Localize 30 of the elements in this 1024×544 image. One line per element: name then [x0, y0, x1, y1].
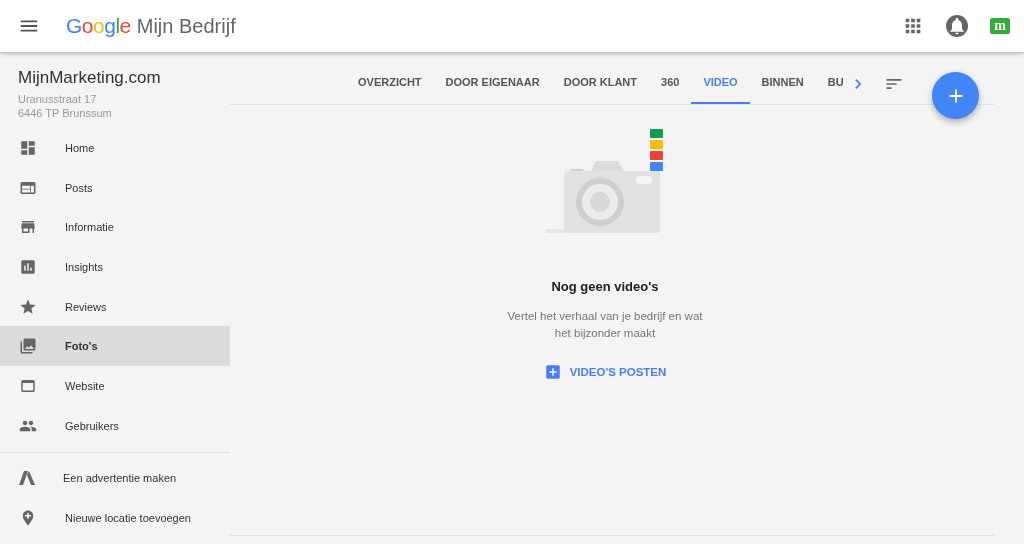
sidebar-item[interactable]: Insights [0, 247, 230, 287]
sidebar-item[interactable]: Reviews [0, 286, 230, 327]
photo-library-icon [19, 337, 37, 356]
empty-title: Nog geen video's [551, 279, 659, 294]
sidebar-item[interactable]: Posts [0, 167, 230, 208]
add-icon [543, 363, 562, 381]
sidebar-item[interactable]: Website [0, 366, 230, 406]
ads-logo-icon [19, 471, 35, 486]
logo: Google [66, 14, 131, 38]
business-name: MijnMarketing.com [18, 68, 162, 88]
business-address: Uranusstraat 17 [18, 92, 98, 106]
sidebar-item[interactable]: Foto's [0, 326, 230, 367]
tab[interactable]: BU [815, 62, 844, 104]
add-button[interactable] [932, 72, 979, 119]
sidebar-item[interactable]: Een advertentie maken [0, 458, 230, 499]
sidebar-item[interactable]: Home [0, 128, 230, 168]
notification-icon[interactable] [946, 15, 968, 37]
tab[interactable]: DOOR KLANT [551, 62, 649, 104]
bar-chart-icon [19, 257, 37, 276]
sidebar-item[interactable]: Gebruikers [0, 405, 230, 446]
tab[interactable]: DOOR EIGENAAR [433, 62, 552, 104]
tab[interactable]: 360 [649, 62, 692, 104]
tab[interactable]: BINNEN [749, 62, 816, 104]
product-name: Mijn Bedrijf [136, 14, 236, 38]
sidebar-item[interactable]: Informatie [0, 207, 230, 248]
business-address: 6446 TP Brunssum [18, 106, 113, 120]
dashboard-icon [19, 138, 37, 157]
sidebar-item[interactable]: Nieuwe locatie toevoegen [0, 498, 230, 538]
tab[interactable]: OVERZICHT [346, 62, 434, 104]
empty-description: Vertel het verhaal van je bedrijf en wat het bijzonder maakt [506, 309, 704, 341]
